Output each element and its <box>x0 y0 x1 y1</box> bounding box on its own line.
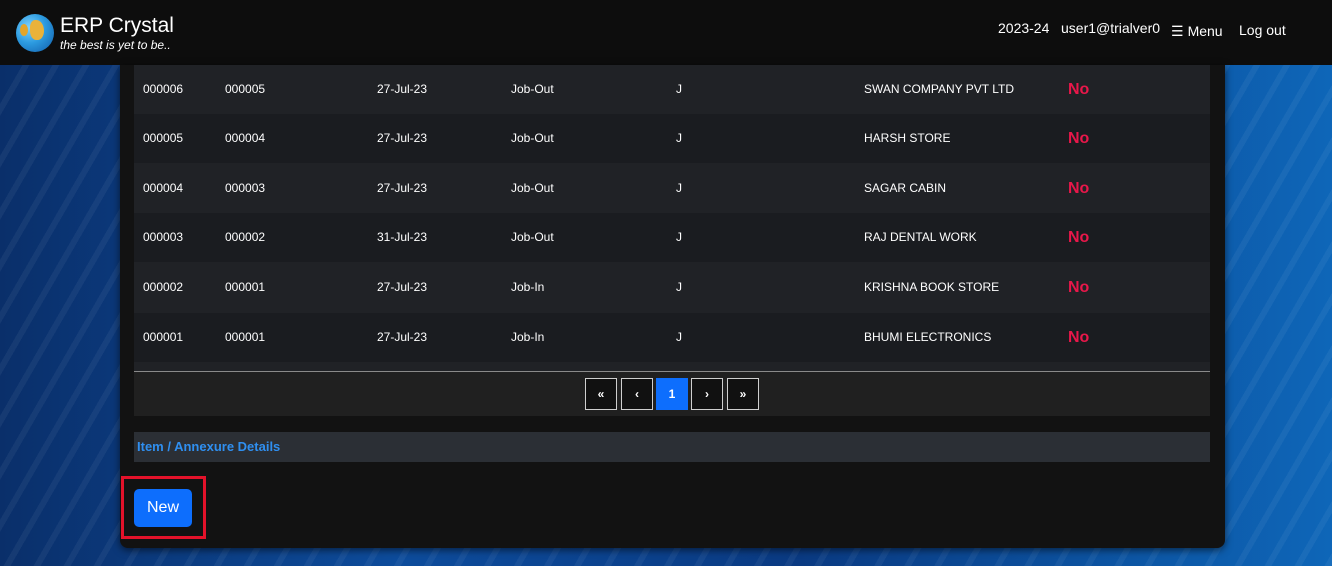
col-party: SAGAR CABIN <box>864 181 947 195</box>
col-type: Job-Out <box>511 82 554 96</box>
top-navbar: ERP Crystal the best is yet to be.. 2023… <box>0 0 1332 65</box>
pagination: « ‹ 1 › » <box>134 372 1210 416</box>
col-date: 31-Jul-23 <box>377 230 428 244</box>
table-row[interactable]: 000002 000001 27-Jul-23 Job-In J KRISHNA… <box>134 263 1210 312</box>
col-code: J <box>676 330 682 344</box>
new-button[interactable]: New <box>134 489 192 527</box>
col-date: 27-Jul-23 <box>377 181 428 195</box>
col-date: 27-Jul-23 <box>377 131 428 145</box>
table-row[interactable]: 000003 000002 31-Jul-23 Job-Out J RAJ DE… <box>134 213 1210 262</box>
col-type: Job-In <box>511 280 545 294</box>
col-status: No <box>1068 81 1090 98</box>
col-code: J <box>676 280 682 294</box>
col-party: RAJ DENTAL WORK <box>864 230 977 244</box>
hamburger-icon: ☰ <box>1171 23 1184 39</box>
col-number: 000005 <box>143 131 184 145</box>
col-ref-number: 000004 <box>225 131 266 145</box>
col-ref-number: 000003 <box>225 181 266 195</box>
logout-button[interactable]: Log out <box>1239 22 1286 38</box>
col-date: 27-Jul-23 <box>377 330 428 344</box>
col-status: No <box>1068 329 1090 346</box>
col-code: J <box>676 181 682 195</box>
col-ref-number: 000001 <box>225 280 266 294</box>
col-ref-number: 000001 <box>225 330 266 344</box>
col-type: Job-Out <box>511 131 554 145</box>
financial-year[interactable]: 2023-24 <box>998 20 1049 36</box>
table-row[interactable]: 000001 000001 27-Jul-23 Job-In J BHUMI E… <box>134 313 1210 362</box>
col-type: Job-Out <box>511 181 554 195</box>
globe-logo-icon <box>16 14 54 52</box>
col-status: No <box>1068 229 1090 246</box>
col-status: No <box>1068 180 1090 197</box>
menu-button[interactable]: ☰ Menu <box>1171 23 1223 40</box>
col-code: J <box>676 131 682 145</box>
col-party: BHUMI ELECTRONICS <box>864 330 992 344</box>
col-number: 000003 <box>143 230 184 244</box>
user-account[interactable]: user1@trialver0 <box>1061 20 1160 36</box>
records-table: 000006 000005 27-Jul-23 Job-Out J SWAN C… <box>134 65 1210 416</box>
col-date: 27-Jul-23 <box>377 280 428 294</box>
page-current-button[interactable]: 1 <box>656 378 688 410</box>
col-type: Job-Out <box>511 230 554 244</box>
col-status: No <box>1068 279 1090 296</box>
page-first-button[interactable]: « <box>585 378 617 410</box>
page-prev-button[interactable]: ‹ <box>621 378 653 410</box>
page-last-button[interactable]: » <box>727 378 759 410</box>
col-number: 000001 <box>143 330 184 344</box>
brand-tagline: the best is yet to be.. <box>60 38 171 52</box>
col-ref-number: 000005 <box>225 82 266 96</box>
col-code: J <box>676 230 682 244</box>
section-header[interactable]: Item / Annexure Details <box>134 432 1210 462</box>
col-party: HARSH STORE <box>864 131 951 145</box>
col-code: J <box>676 82 682 96</box>
col-party: KRISHNA BOOK STORE <box>864 280 1000 294</box>
table-row[interactable]: 000004 000003 27-Jul-23 Job-Out J SAGAR … <box>134 164 1210 213</box>
table-row[interactable]: 000006 000005 27-Jul-23 Job-Out J SWAN C… <box>134 65 1210 114</box>
col-status: No <box>1068 130 1090 147</box>
col-ref-number: 000002 <box>225 230 266 244</box>
col-type: Job-In <box>511 330 545 344</box>
table-row[interactable]: 000005 000004 27-Jul-23 Job-Out J HARSH … <box>134 114 1210 163</box>
brand-title[interactable]: ERP Crystal <box>60 14 174 38</box>
col-party: SWAN COMPANY PVT LTD <box>864 82 1015 96</box>
col-number: 000004 <box>143 181 184 195</box>
main-panel: 000006 000005 27-Jul-23 Job-Out J SWAN C… <box>120 65 1225 548</box>
menu-label: Menu <box>1187 23 1223 39</box>
page-next-button[interactable]: › <box>691 378 723 410</box>
col-number: 000002 <box>143 280 184 294</box>
col-number: 000006 <box>143 82 184 96</box>
col-date: 27-Jul-23 <box>377 82 428 96</box>
